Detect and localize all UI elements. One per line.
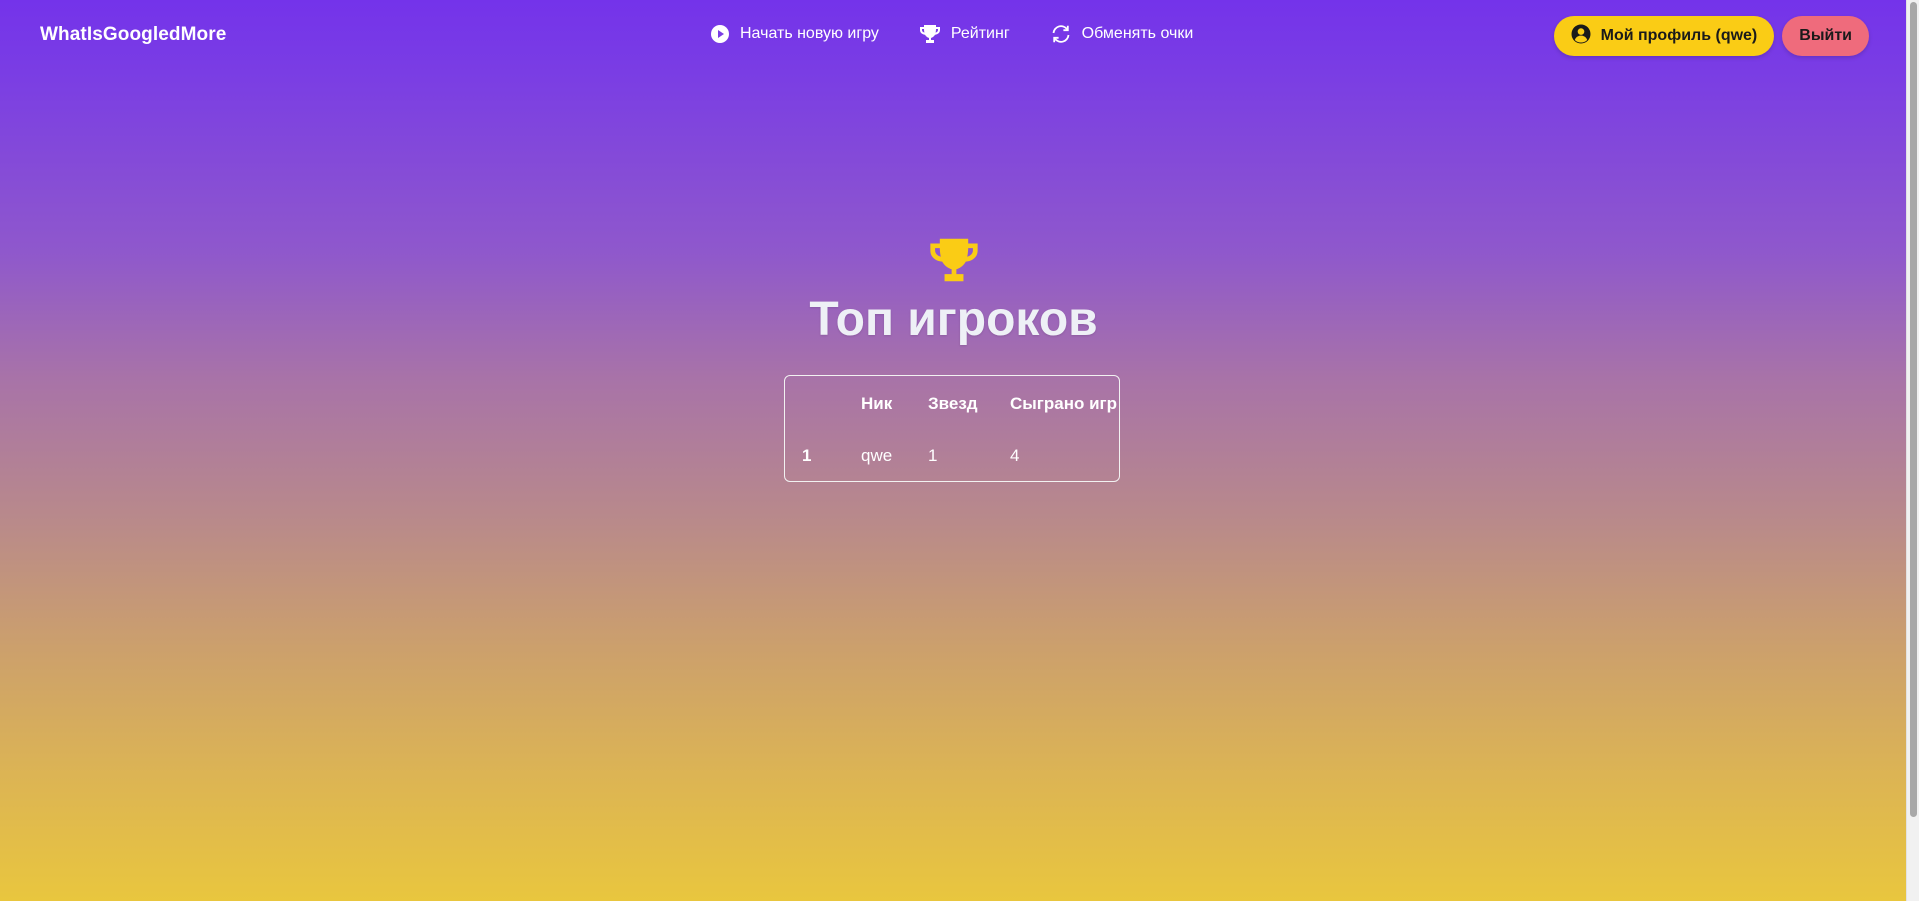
table-header-row: Ник Звезд Сыграно игр — [785, 376, 1119, 428]
table-row: 1 qwe 1 4 — [785, 428, 1119, 466]
nav-link-exchange-points[interactable]: Обменять очки — [1050, 24, 1194, 44]
column-header-stars: Звезд — [928, 394, 978, 413]
logout-label: Выйти — [1799, 27, 1852, 44]
page-scrollbar[interactable] — [1906, 0, 1919, 901]
nav-right: Мой профиль (qwe) Выйти — [1553, 16, 1869, 56]
column-header-rank — [785, 376, 861, 428]
rating-header: Топ игроков — [0, 235, 1907, 347]
nav-link-rating[interactable]: Рейтинг — [919, 24, 1010, 44]
column-header-nick: Ник — [861, 394, 893, 413]
cell-rank: 1 — [802, 446, 812, 465]
logout-button[interactable]: Выйти — [1782, 16, 1869, 56]
play-circle-icon — [710, 24, 730, 44]
my-profile-button[interactable]: Мой профиль (qwe) — [1553, 16, 1775, 56]
nav-link-rating-label: Рейтинг — [950, 25, 1010, 42]
cell-stars: 1 — [928, 446, 938, 465]
cell-games: 4 — [1010, 446, 1020, 465]
refresh-icon — [1050, 24, 1072, 44]
column-header-games: Сыграно игр — [1010, 394, 1118, 413]
trophy-icon — [928, 235, 980, 290]
my-profile-label: Мой профиль (qwe) — [1600, 27, 1758, 44]
trophy-icon — [919, 24, 941, 44]
nav-link-new-game[interactable]: Начать новую игру — [710, 24, 879, 44]
user-circle-icon — [1571, 24, 1591, 49]
top-navbar: WhatIsGoogledMore Начать новую игру Рейт… — [0, 0, 1907, 72]
scrollbar-thumb[interactable] — [1910, 2, 1917, 817]
nav-link-exchange-points-label: Обменять очки — [1081, 25, 1194, 42]
nav-links: Начать новую игру Рейтинг Обменять очки — [710, 24, 1193, 44]
rating-table: Ник Звезд Сыграно игр 1 qwe 1 4 — [785, 376, 1119, 466]
nav-link-new-game-label: Начать новую игру — [740, 25, 879, 42]
page-title: Топ игроков — [809, 293, 1098, 346]
brand-logo[interactable]: WhatIsGoogledMore — [40, 24, 226, 46]
cell-nick: qwe — [861, 446, 893, 465]
rating-table-card: Ник Звезд Сыграно игр 1 qwe 1 4 — [784, 375, 1120, 482]
